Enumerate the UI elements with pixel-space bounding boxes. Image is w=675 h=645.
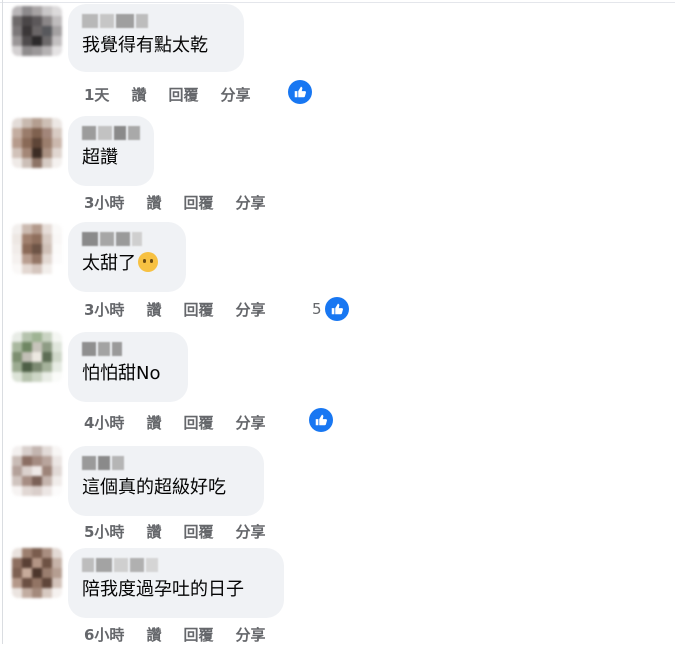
like-count[interactable]: 5 [312,300,322,318]
comment-actions: 1天 讚 回覆 分享 [84,84,272,105]
timestamp[interactable]: 5小時 [84,521,124,542]
comment-actions: 4小時 讚 回覆 分享 [84,412,287,433]
comment-text: 我覺得有點太乾 [82,35,208,56]
comment-bubble: 怕怕甜No [68,332,188,402]
share-button[interactable]: 分享 [220,84,250,105]
reply-button[interactable]: 回覆 [183,192,213,213]
crying-face-icon [138,252,158,272]
comment-text: 超讚 [82,147,118,168]
comment-bubble: 我覺得有點太乾 [68,4,244,72]
timestamp[interactable]: 6小時 [84,624,124,645]
comment-bubble: 這個真的超級好吃 [68,446,264,516]
reply-button[interactable]: 回覆 [183,299,213,320]
author-name[interactable] [82,456,250,470]
author-name[interactable] [82,558,270,572]
author-name[interactable] [82,126,140,140]
comment-bubble: 陪我度過孕吐的日子 [68,548,284,618]
comment-actions: 5小時 讚 回覆 分享 [84,521,287,542]
reply-button[interactable]: 回覆 [168,84,198,105]
comment-bubble: 超讚 [68,116,154,186]
comment-bubble: 太甜了 [68,222,186,292]
author-name[interactable] [82,232,172,246]
comment-text: 怕怕甜No [82,363,161,384]
share-button[interactable]: 分享 [235,624,265,645]
top-divider [0,2,675,3]
reply-button[interactable]: 回覆 [183,521,213,542]
like-reaction-icon[interactable] [325,297,349,321]
share-button[interactable]: 分享 [235,299,265,320]
share-button[interactable]: 分享 [235,521,265,542]
reply-button[interactable]: 回覆 [183,412,213,433]
comment-actions: 6小時 讚 回覆 分享 [84,624,287,645]
like-button[interactable]: 讚 [131,84,146,105]
reply-button[interactable]: 回覆 [183,624,213,645]
avatar[interactable] [12,332,62,382]
like-reaction-icon[interactable] [309,408,333,432]
like-button[interactable]: 讚 [146,624,161,645]
avatar[interactable] [12,118,62,168]
comment-text: 陪我度過孕吐的日子 [82,579,244,600]
avatar[interactable] [12,224,62,274]
avatar[interactable] [12,6,62,56]
avatar[interactable] [12,446,62,496]
timestamp[interactable]: 3小時 [84,192,124,213]
share-button[interactable]: 分享 [235,412,265,433]
like-button[interactable]: 讚 [146,412,161,433]
timestamp[interactable]: 4小時 [84,412,124,433]
like-button[interactable]: 讚 [146,521,161,542]
like-button[interactable]: 讚 [146,192,161,213]
avatar[interactable] [12,548,62,598]
author-name[interactable] [82,342,174,356]
comment-actions: 3小時 讚 回覆 分享 [84,192,287,213]
timestamp[interactable]: 1天 [84,84,109,105]
timestamp[interactable]: 3小時 [84,299,124,320]
like-reaction-icon[interactable] [288,80,312,104]
share-button[interactable]: 分享 [235,192,265,213]
comment-text: 太甜了 [82,252,172,276]
comment-actions: 3小時 讚 回覆 分享 [84,299,287,320]
author-name[interactable] [82,14,230,28]
like-button[interactable]: 讚 [146,299,161,320]
comment-text: 這個真的超級好吃 [82,477,226,498]
left-divider [2,0,3,644]
